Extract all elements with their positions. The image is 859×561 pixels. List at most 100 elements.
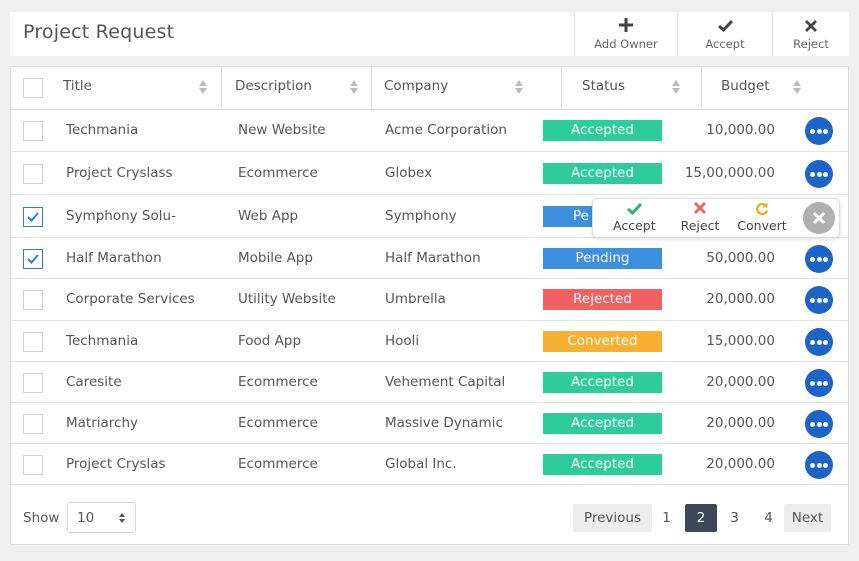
row-description: Mobile App — [238, 250, 313, 266]
add-owner-button[interactable]: Add Owner — [574, 12, 677, 56]
dot — [816, 422, 822, 427]
row-budget: 20,000.00 — [706, 415, 775, 431]
dot — [823, 422, 828, 427]
dot — [823, 257, 828, 262]
table-row[interactable]: Project Cryslas Ecommerce Global Inc. Accep… — [11, 444, 848, 485]
row-description: Ecommerce — [238, 456, 318, 472]
dot — [816, 381, 822, 386]
row-checkbox[interactable] — [23, 290, 43, 310]
popover-convert-button[interactable]: Convert — [736, 202, 788, 233]
select-all-checkbox[interactable] — [23, 78, 43, 98]
dot — [816, 172, 822, 177]
row-company: Symphony — [385, 208, 457, 224]
dot — [810, 340, 815, 345]
pagination-next[interactable]: Next — [784, 504, 831, 532]
row-title: Techmania — [66, 122, 139, 138]
row-more-actions-button[interactable] — [805, 369, 833, 397]
column-company-label: Company — [384, 78, 449, 94]
pagination-page-4[interactable]: 4 — [756, 504, 781, 532]
row-more-actions-button[interactable] — [805, 451, 833, 479]
table-row[interactable]: Project Cryslass Ecommerce Globex Accepted 1… — [11, 152, 848, 195]
pagination-previous[interactable]: Previous — [573, 504, 652, 532]
row-budget: 10,000.00 — [706, 122, 775, 138]
row-title: Caresite — [66, 374, 122, 390]
row-more-actions-button[interactable] — [805, 286, 833, 314]
popover-reject-button[interactable]: Reject — [679, 202, 721, 233]
row-title: Matriarchy — [66, 415, 139, 431]
row-company: Vehement Capital — [385, 374, 506, 390]
pagination-page-1[interactable]: 1 — [654, 504, 679, 532]
reject-label: Reject — [793, 37, 829, 51]
status-badge: Accepted — [543, 163, 662, 184]
row-more-actions-button[interactable] — [805, 410, 833, 438]
popover-convert-label: Convert — [737, 218, 787, 233]
row-checkbox[interactable] — [23, 332, 43, 352]
dot — [823, 172, 828, 177]
row-budget: 20,000.00 — [706, 291, 775, 307]
sort-icon[interactable] — [793, 80, 801, 96]
table-row[interactable]: Caresite Ecommerce Vehement Capital Accepte… — [11, 362, 848, 403]
dot — [810, 463, 815, 468]
status-badge: Pending — [543, 248, 662, 269]
pagination-page-3[interactable]: 3 — [723, 504, 746, 532]
sort-icon[interactable] — [350, 80, 358, 96]
sort-icon[interactable] — [515, 80, 523, 96]
row-checkbox[interactable] — [23, 249, 43, 269]
column-budget-label: Budget — [721, 78, 770, 94]
reject-button[interactable]: Reject — [772, 12, 849, 56]
row-more-actions-button[interactable] — [805, 328, 833, 356]
dot — [816, 463, 822, 468]
row-checkbox[interactable] — [23, 373, 43, 393]
row-checkbox[interactable] — [23, 121, 43, 141]
page-header: Project Request Add Owner Accept Reject — [10, 12, 849, 56]
table-row[interactable]: Techmania New Website Acme Corporation Acce… — [11, 110, 848, 152]
status-badge: Converted — [543, 331, 662, 352]
accept-button[interactable]: Accept — [677, 12, 772, 56]
select-arrows-icon — [119, 513, 126, 525]
row-company: Hooli — [385, 333, 420, 349]
row-title: Project Cryslass — [66, 165, 173, 181]
row-more-actions-button[interactable] — [805, 160, 833, 188]
column-header-description[interactable]: Description — [222, 67, 372, 109]
column-header-title[interactable]: Title — [51, 67, 222, 109]
page-title: Project Request — [23, 21, 175, 43]
check-icon — [678, 12, 772, 34]
table-row[interactable]: Techmania Food App Hooli Converted 15,000.00 — [11, 321, 848, 362]
dot — [816, 340, 822, 345]
row-description: Utility Website — [238, 291, 336, 307]
popover-close-button[interactable] — [803, 202, 835, 234]
row-checkbox[interactable] — [23, 455, 43, 475]
table-row[interactable]: Corporate Services Utility Website Umbrell… — [11, 279, 848, 321]
row-company: Global Inc. — [385, 456, 457, 472]
row-title: Symphony Solu- — [66, 208, 176, 224]
row-company: Globex — [385, 165, 433, 181]
page-size-select[interactable]: 10 — [67, 502, 136, 533]
column-title-label: Title — [63, 78, 92, 94]
sort-icon[interactable] — [672, 80, 680, 96]
sort-icon[interactable] — [199, 80, 207, 96]
row-more-actions-button[interactable] — [805, 245, 833, 273]
pagination-page-2[interactable]: 2 — [685, 504, 717, 532]
table-row[interactable]: Half Marathon Mobile App Half Marathon Pend… — [11, 238, 848, 279]
row-more-actions-button[interactable] — [805, 117, 833, 145]
popover-accept-button[interactable]: Accept — [613, 202, 656, 233]
row-budget: 15,000.00 — [706, 333, 775, 349]
row-company: Half Marathon — [385, 250, 481, 266]
table-row[interactable]: Matriarchy Ecommerce Massive Dynamic Accept… — [11, 403, 848, 444]
row-company: Umbrella — [385, 291, 446, 307]
column-header-company[interactable]: Company — [372, 67, 562, 109]
row-checkbox[interactable] — [23, 414, 43, 434]
column-status-label: Status — [582, 78, 626, 94]
row-company: Acme Corporation — [385, 122, 507, 138]
column-header-budget[interactable]: Budget — [702, 67, 848, 109]
accept-label: Accept — [705, 37, 745, 51]
row-checkbox[interactable] — [23, 164, 43, 184]
dot — [823, 381, 828, 386]
column-header-status[interactable]: Status — [562, 67, 702, 109]
plus-icon — [575, 12, 677, 34]
row-title: Corporate Services — [66, 291, 195, 307]
dot — [823, 340, 828, 345]
row-title: Techmania — [66, 333, 139, 349]
row-checkbox[interactable] — [23, 207, 43, 227]
refresh-icon — [736, 202, 788, 218]
